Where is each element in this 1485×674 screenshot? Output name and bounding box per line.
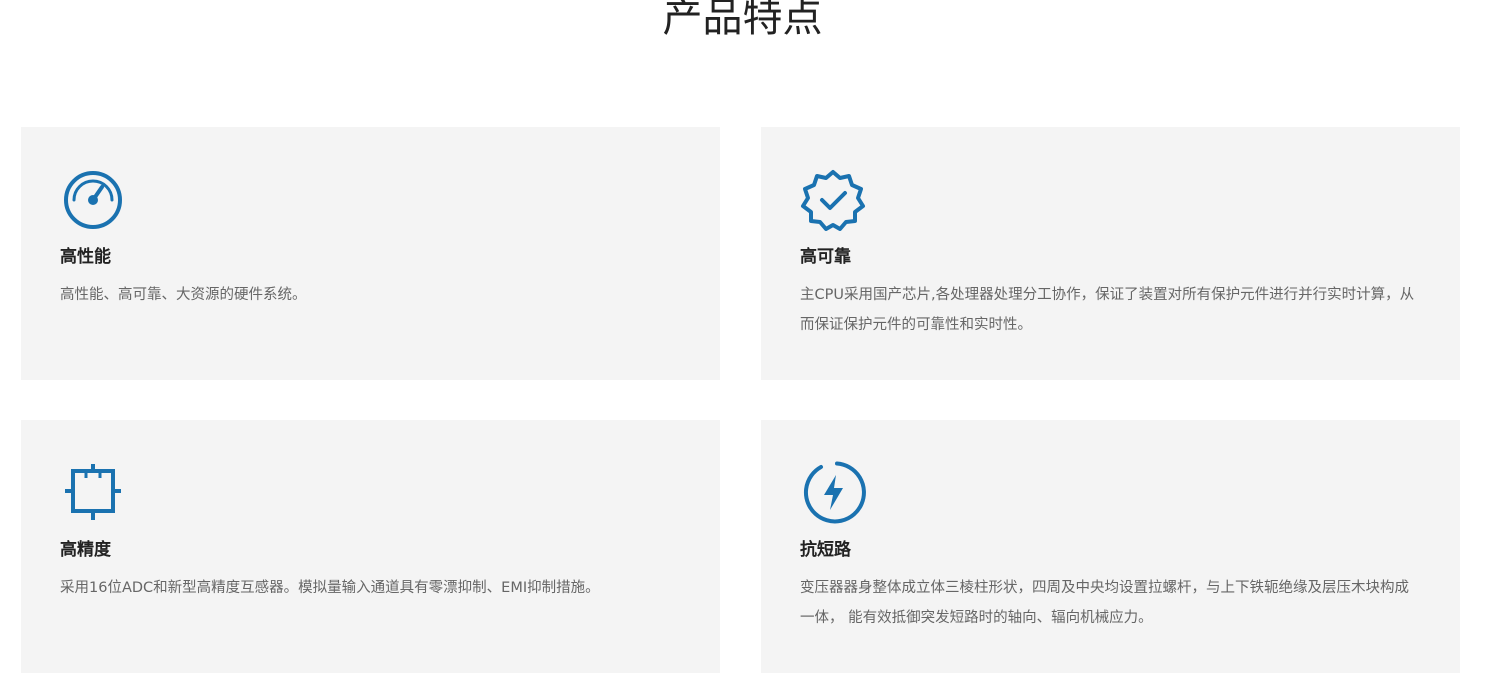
feature-card-precision: 高精度 采用16位ADC和新型高精度互感器。模拟量输入通道具有零漂抑制、EMI抑… [21,420,720,673]
feature-description: 采用16位ADC和新型高精度互感器。模拟量输入通道具有零漂抑制、EMI抑制措施。 [60,580,600,596]
feature-title: 高精度 [60,540,111,560]
feature-title: 高性能 [60,247,111,267]
feature-description: 高性能、高可靠、大资源的硬件系统。 [60,287,307,303]
feature-title: 高可靠 [800,247,851,267]
section-title: 产品特点 [662,0,823,41]
lightning-circle-icon [800,458,870,528]
verified-badge-icon [800,167,870,237]
feature-description: 变压器器身整体成立体三棱柱形状，四周及中央均设置拉螺杆，与上下铁轭绝缘及层压木块… [800,580,1409,626]
feature-title: 抗短路 [800,540,851,560]
crosshair-frame-icon [60,458,130,528]
feature-card-short-circuit: 抗短路 变压器器身整体成立体三棱柱形状，四周及中央均设置拉螺杆，与上下铁轭绝缘及… [761,420,1460,673]
feature-description: 主CPU采用国产芯片,各处理器处理分工协作，保证了装置对所有保护元件进行并行实时… [800,287,1415,333]
feature-card-performance: 高性能 高性能、高可靠、大资源的硬件系统。 [21,127,720,380]
speedometer-icon [60,167,130,237]
feature-card-reliability: 高可靠 主CPU采用国产芯片,各处理器处理分工协作，保证了装置对所有保护元件进行… [761,127,1460,380]
